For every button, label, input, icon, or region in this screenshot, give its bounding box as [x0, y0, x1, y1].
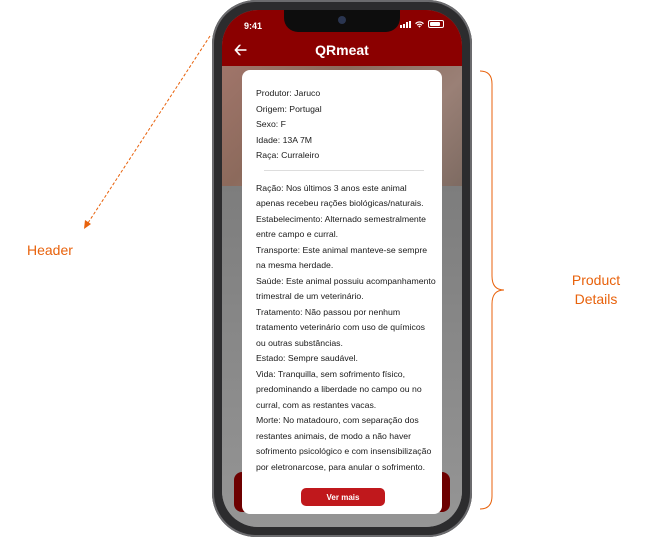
detail-morte: Morte: No matadouro, com separação dos r…: [256, 415, 432, 472]
battery-icon: [428, 20, 444, 28]
app-title: QRmeat: [315, 42, 369, 58]
status-time: 9:41: [244, 21, 263, 31]
detail-estabelecimento: Estabelecimento: Alternado semestralment…: [256, 213, 426, 240]
detail-raca: Raça: Curraleiro: [256, 150, 320, 160]
detail-transporte: Transporte: Este animal manteve-se sempr…: [256, 244, 428, 271]
system-icons: [400, 20, 444, 28]
detail-saude: Saúde: Este animal possuiu acompanhament…: [256, 275, 436, 302]
header-pointer-line: [85, 35, 211, 227]
wifi-icon: [415, 20, 424, 28]
see-more-button[interactable]: Ver mais: [301, 488, 385, 506]
product-details-brace: [479, 70, 505, 510]
detail-vida: Vida: Tranquilla, sem sofrimento físico,…: [256, 368, 422, 410]
app-header: 🡠 QRmeat: [222, 36, 462, 66]
phone-frame: 9:41 🡠 QRmeat Produtor: Jaruco Origem: P…: [212, 0, 472, 537]
detail-origem: Origem: Portugal: [256, 103, 322, 114]
camera-icon: [338, 16, 346, 24]
detail-racao: Ração: Nos últimos 3 anos este animal ap…: [256, 182, 424, 209]
detail-produtor: Produtor: Jaruco: [256, 88, 321, 98]
status-bar: 9:41: [222, 10, 462, 36]
detail-idade: Idade: 13A 7M: [256, 134, 313, 145]
detail-sexo: Sexo: F: [256, 119, 286, 129]
annotation-product-details-label: Product Details: [571, 272, 621, 307]
notch: [284, 10, 400, 32]
phone-screen: 9:41 🡠 QRmeat Produtor: Jaruco Origem: P…: [222, 10, 462, 527]
annotation-header-label: Header: [27, 242, 73, 258]
detail-estado: Estado: Sempre saudável.: [256, 353, 358, 363]
header-pointer-arrowhead: [84, 220, 91, 229]
product-details-card: Produtor: Jaruco Origem: Portugal Sexo: …: [242, 70, 442, 514]
detail-tratamento: Tratamento: Não passou por nenhum tratam…: [256, 306, 426, 348]
divider: [264, 169, 424, 171]
signal-icon: [400, 20, 411, 28]
